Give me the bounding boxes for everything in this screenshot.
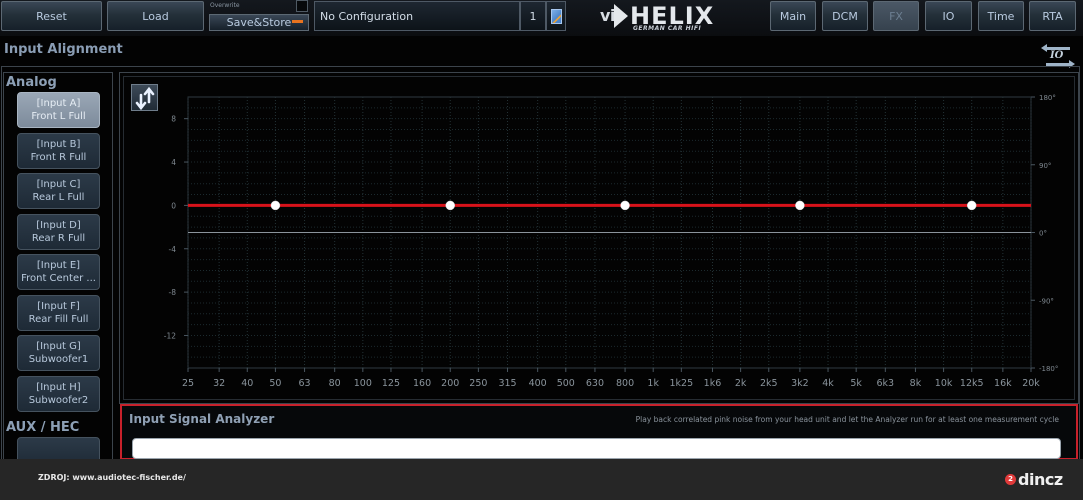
reset-button[interactable]: Reset — [1, 1, 102, 31]
analyzer-title: Input Signal Analyzer — [129, 412, 275, 426]
load-button[interactable]: Load — [107, 1, 204, 31]
save-store-label: Save&Store — [226, 16, 292, 29]
save-indicator-led — [292, 20, 303, 23]
tab-rta[interactable]: RTA — [1029, 1, 1076, 31]
input-button-d[interactable]: [Input D] Rear R Full — [17, 213, 100, 250]
input-signal-analyzer-panel: Input Signal Analyzer Play back correlat… — [120, 404, 1078, 460]
overwrite-label: Overwrite — [210, 2, 240, 9]
io-toggle-button[interactable]: IO — [1041, 44, 1075, 68]
input-id: [Input C] — [36, 179, 81, 190]
top-toolbar: Reset Load Overwrite Save&Store No Confi… — [0, 0, 1083, 36]
input-name: Front L Full — [31, 111, 86, 122]
chart-inner-frame — [123, 76, 1075, 400]
source-footer: ZDROJ: www.audiotec-fischer.de/ 2 dincz — [0, 459, 1083, 500]
input-name: Front R Full — [30, 151, 87, 163]
input-button-g[interactable]: [Input G] Subwoofer1 — [17, 335, 100, 371]
input-name: Rear Fill Full — [28, 313, 89, 325]
analyzer-progress-bar — [132, 438, 1061, 459]
swap-vertical-icon — [135, 86, 155, 111]
dincz-badge-icon: 2 — [1005, 473, 1016, 485]
io-toggle-label: IO — [1050, 50, 1064, 61]
input-id: [Input E] — [36, 260, 81, 271]
analog-heading: Analog — [6, 75, 57, 90]
tab-io[interactable]: IO — [925, 1, 972, 31]
input-button-a[interactable]: [Input A] Front L Full — [17, 92, 100, 128]
edit-configuration-button[interactable] — [546, 1, 566, 31]
tab-time[interactable]: Time — [978, 1, 1024, 31]
input-name: Subwoofer1 — [28, 354, 89, 365]
input-id: [Input H] — [36, 381, 81, 393]
input-id: [Input G] — [36, 341, 81, 352]
helix-logo: ⅵ HELIX GERMAN CAR HIFI — [600, 2, 735, 32]
configuration-number[interactable]: 1 — [520, 1, 546, 31]
input-button-e[interactable]: [Input E] Front Center ... — [17, 254, 100, 290]
logo-triangle-icon — [614, 4, 628, 28]
input-id: [Input A] — [36, 98, 81, 109]
tab-main[interactable]: Main — [770, 1, 816, 31]
input-name: Subwoofer2 — [28, 394, 89, 406]
configuration-name-field[interactable]: No Configuration — [314, 1, 520, 31]
input-name: Front Center ... — [21, 273, 96, 284]
input-id: [Input B] — [36, 138, 81, 150]
tab-dcm[interactable]: DCM — [822, 1, 868, 31]
dincz-logo: 2 dincz — [1005, 469, 1063, 489]
save-store-button[interactable]: Save&Store — [209, 14, 309, 31]
app-window: Reset Load Overwrite Save&Store No Confi… — [0, 0, 1083, 500]
swap-view-button[interactable] — [131, 84, 158, 111]
input-id: [Input D] — [36, 219, 81, 231]
dincz-brand-name: dincz — [1018, 469, 1063, 489]
page-title: Input Alignment — [4, 42, 123, 57]
input-name: Rear R Full — [31, 232, 86, 244]
tab-fx[interactable]: FX — [873, 1, 919, 31]
analyzer-hint: Play back correlated pink noise from you… — [635, 415, 1059, 424]
input-button-f[interactable]: [Input F] Rear Fill Full — [17, 294, 100, 331]
source-credit: ZDROJ: www.audiotec-fischer.de/ — [38, 473, 186, 482]
input-button-h[interactable]: [Input H] Subwoofer2 — [17, 375, 100, 412]
edit-pencil-icon — [550, 8, 562, 24]
input-name: Rear L Full — [32, 192, 85, 203]
aux-hec-heading: AUX / HEC — [6, 420, 80, 435]
overwrite-checkbox[interactable] — [296, 0, 308, 12]
logo-tagline: GERMAN CAR HIFI — [633, 25, 702, 32]
input-button-b[interactable]: [Input B] Front R Full — [17, 132, 100, 169]
input-button-c[interactable]: [Input C] Rear L Full — [17, 173, 100, 209]
input-id: [Input F] — [37, 300, 80, 312]
